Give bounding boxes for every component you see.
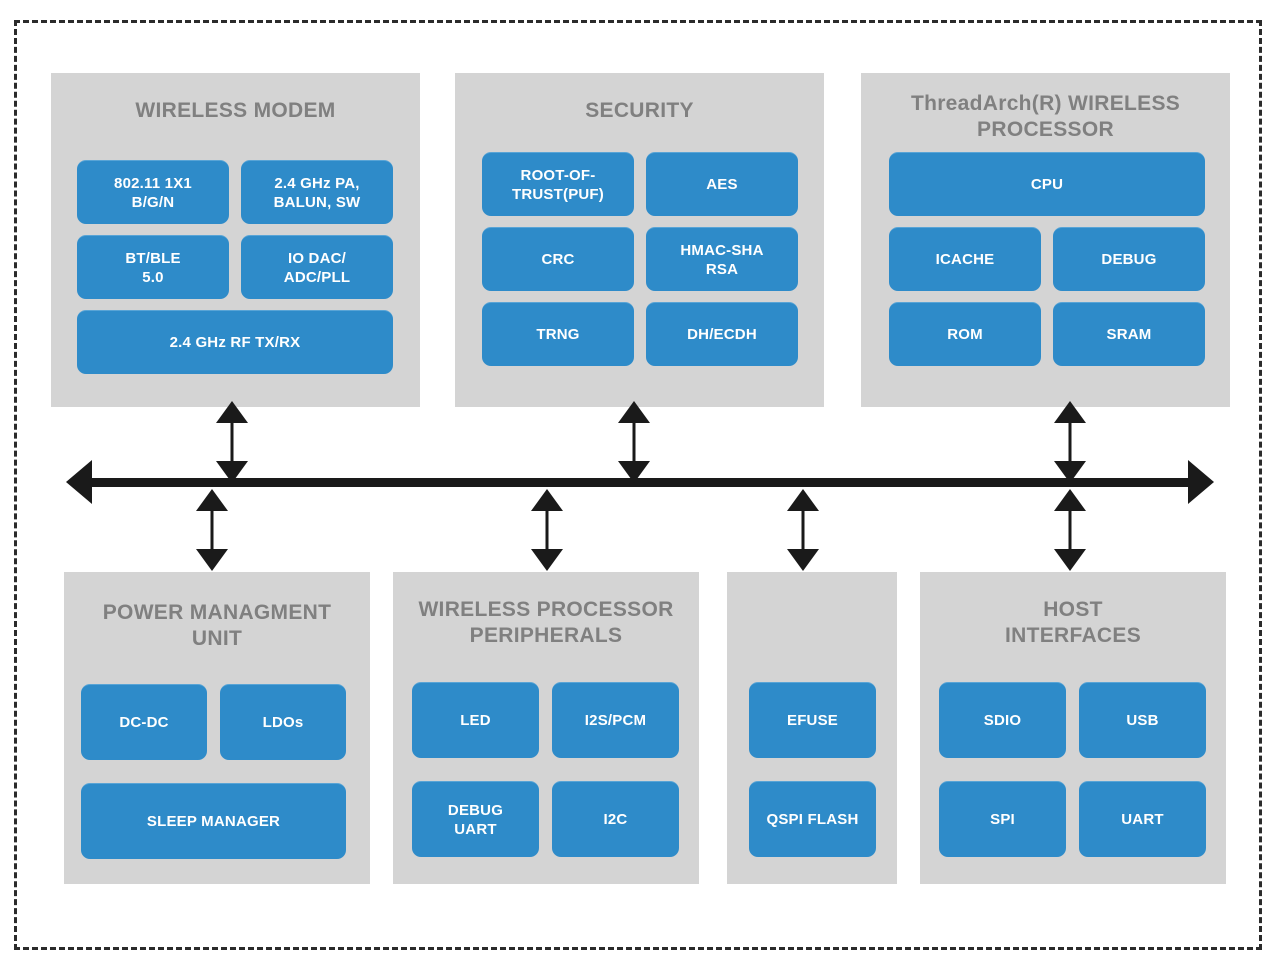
block-sram[interactable]: SRAM [1053, 302, 1205, 366]
panel-title-security: SECURITY [585, 99, 694, 122]
block-crc[interactable]: CRC [482, 227, 634, 291]
block-ldos[interactable]: LDOs [220, 684, 346, 760]
block-io-dac-adc-pll[interactable]: IO DAC/ ADC/PLL [241, 235, 393, 299]
panel-wireless-modem: WIRELESS MODEM 802.11 1X1 B/G/N 2.4 GHz … [51, 73, 420, 407]
block-cpu[interactable]: CPU [889, 152, 1205, 216]
panel-title-wireless-processor-peripherals: WIRELESS PROCESSOR PERIPHERALS [418, 598, 674, 647]
block-uart[interactable]: UART [1079, 781, 1206, 857]
arrowhead-down [787, 549, 819, 571]
block-debug-uart[interactable]: DEBUG UART [412, 781, 539, 857]
block-icache[interactable]: ICACHE [889, 227, 1041, 291]
block-dc-dc[interactable]: DC-DC [81, 684, 207, 760]
arrowhead-down [618, 461, 650, 483]
connector-bus-to-wireless-modem [201, 401, 263, 483]
connector-bus-to-security [603, 401, 665, 483]
block-root-of-trust[interactable]: ROOT-OF- TRUST(PUF) [482, 152, 634, 216]
connector-bus-to-host-interfaces [1039, 489, 1101, 571]
block-sleep-manager[interactable]: SLEEP MANAGER [81, 783, 346, 859]
connector-bus-to-threadarch [1039, 401, 1101, 483]
block-trng[interactable]: TRNG [482, 302, 634, 366]
arrowhead-down [196, 549, 228, 571]
block-dh-ecdh[interactable]: DH/ECDH [646, 302, 798, 366]
block-qspi-flash[interactable]: QSPI FLASH [749, 781, 876, 857]
panel-title-host-interfaces: HOST INTERFACES [1004, 598, 1141, 647]
block-hmac-sha-rsa[interactable]: HMAC-SHA RSA [646, 227, 798, 291]
panel-threadarch-wireless-processor: ThreadArch(R) WIRELESS PROCESSOR CPU ICA… [861, 73, 1230, 407]
connector-bus-to-pmu [181, 489, 243, 571]
panel-power-management-unit: POWER MANAGMENT UNIT DC-DC LDOs SLEEP MA… [64, 572, 370, 884]
block-bt-ble[interactable]: BT/BLE 5.0 [77, 235, 229, 299]
block-wifi-80211[interactable]: 802.11 1X1 B/G/N [77, 160, 229, 224]
panel-memory-group: EFUSE QSPI FLASH [727, 572, 897, 884]
block-rom[interactable]: ROM [889, 302, 1041, 366]
arrowhead-down [1054, 461, 1086, 483]
connector-bus-to-peripherals [516, 489, 578, 571]
panel-title-wireless-modem: WIRELESS MODEM [135, 99, 336, 122]
block-diagram-canvas: WIRELESS MODEM 802.11 1X1 B/G/N 2.4 GHz … [0, 0, 1280, 971]
system-bus-right-arrowhead [1188, 460, 1214, 504]
panel-host-interfaces: HOST INTERFACES SDIO USB SPI UART [920, 572, 1226, 884]
arrowhead-down [216, 461, 248, 483]
block-rf-tx-rx[interactable]: 2.4 GHz RF TX/RX [77, 310, 393, 374]
block-i2c[interactable]: I2C [552, 781, 679, 857]
block-led[interactable]: LED [412, 682, 539, 758]
block-debug[interactable]: DEBUG [1053, 227, 1205, 291]
block-i2s-pcm[interactable]: I2S/PCM [552, 682, 679, 758]
panel-security: SECURITY ROOT-OF- TRUST(PUF) AES CRC HMA… [455, 73, 824, 407]
connector-bus-to-memory [772, 489, 834, 571]
system-bus-left-arrowhead [66, 460, 92, 504]
block-sdio[interactable]: SDIO [939, 682, 1066, 758]
block-pa-balun-sw[interactable]: 2.4 GHz PA, BALUN, SW [241, 160, 393, 224]
panel-title-threadarch-wireless-processor: ThreadArch(R) WIRELESS PROCESSOR [910, 92, 1181, 141]
arrowhead-down [1054, 549, 1086, 571]
block-efuse[interactable]: EFUSE [749, 682, 876, 758]
panel-wireless-processor-peripherals: WIRELESS PROCESSOR PERIPHERALS LED I2S/P… [393, 572, 699, 884]
block-usb[interactable]: USB [1079, 682, 1206, 758]
block-aes[interactable]: AES [646, 152, 798, 216]
block-spi[interactable]: SPI [939, 781, 1066, 857]
panel-title-power-management-unit: POWER MANAGMENT UNIT [102, 601, 332, 650]
arrowhead-down [531, 549, 563, 571]
